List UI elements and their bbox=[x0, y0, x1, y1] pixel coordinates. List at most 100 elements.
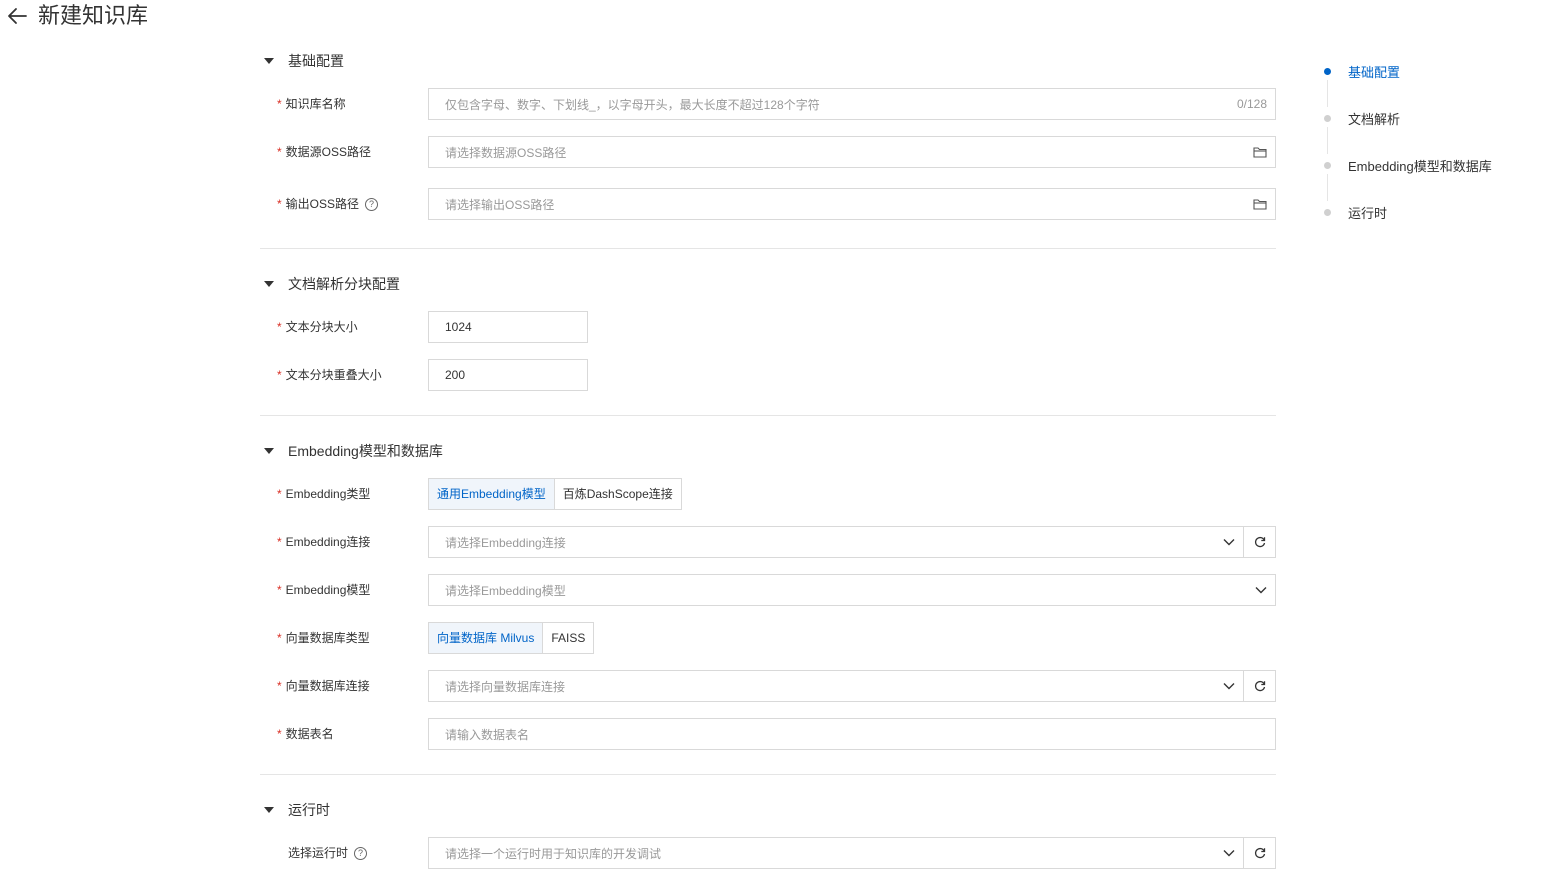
section-embedding-header[interactable]: Embedding模型和数据库 bbox=[260, 441, 443, 461]
required-mark: * bbox=[277, 487, 282, 501]
kb-name-row: * 知识库名称 仅包含字母、数字、下划线_，以字母开头，最大长度不超过128个字… bbox=[260, 88, 1276, 120]
page-title: 新建知识库 bbox=[38, 3, 149, 28]
kb-name-placeholder: 仅包含字母、数字、下划线_，以字母开头，最大长度不超过128个字符 bbox=[445, 97, 820, 112]
vector-db-type-milvus[interactable]: 向量数据库 Milvus bbox=[429, 623, 544, 653]
runtime-refresh-button[interactable] bbox=[1243, 837, 1276, 869]
chunk-overlap-input[interactable]: 200 bbox=[428, 359, 588, 391]
embedding-model-row: * Embedding模型 请选择Embedding模型 bbox=[260, 574, 1276, 606]
caret-down-icon bbox=[264, 448, 274, 454]
chunk-overlap-row: * 文本分块重叠大小 200 bbox=[260, 359, 1276, 391]
kb-name-label: * 知识库名称 bbox=[277, 88, 346, 120]
runtime-placeholder: 请选择一个运行时用于知识库的开发调试 bbox=[445, 846, 662, 861]
embedding-type-label: * Embedding类型 bbox=[277, 478, 370, 510]
section-parse-header[interactable]: 文档解析分块配置 bbox=[260, 274, 400, 294]
section-basic-header[interactable]: 基础配置 bbox=[260, 51, 344, 71]
section-runtime-header[interactable]: 运行时 bbox=[260, 800, 330, 820]
section-title: Embedding模型和数据库 bbox=[288, 443, 443, 459]
chevron-down-icon bbox=[1255, 587, 1267, 594]
caret-down-icon bbox=[264, 281, 274, 287]
back-arrow-icon[interactable] bbox=[6, 6, 28, 26]
chevron-down-icon bbox=[1223, 683, 1235, 690]
refresh-icon bbox=[1254, 680, 1265, 692]
vector-db-conn-label: * 向量数据库连接 bbox=[277, 670, 370, 702]
table-name-placeholder: 请输入数据表名 bbox=[445, 727, 530, 742]
table-name-label: * 数据表名 bbox=[277, 718, 334, 750]
required-mark: * bbox=[277, 197, 282, 211]
vector-db-conn-placeholder: 请选择向量数据库连接 bbox=[445, 679, 566, 694]
anchor-line bbox=[1327, 174, 1328, 201]
required-mark: * bbox=[277, 679, 282, 693]
embedding-conn-label: * Embedding连接 bbox=[277, 526, 370, 558]
caret-down-icon bbox=[264, 807, 274, 813]
output-oss-label: * 输出OSS路径 ? bbox=[277, 188, 379, 220]
section-divider bbox=[260, 774, 1276, 775]
required-mark: * bbox=[277, 320, 282, 334]
section-title: 基础配置 bbox=[288, 53, 344, 69]
required-mark: * bbox=[277, 583, 282, 597]
embedding-model-placeholder: 请选择Embedding模型 bbox=[445, 583, 566, 598]
anchor-line bbox=[1327, 127, 1328, 154]
source-oss-placeholder: 请选择数据源OSS路径 bbox=[445, 145, 567, 160]
required-mark: * bbox=[277, 631, 282, 645]
output-oss-row: * 输出OSS路径 ? 请选择输出OSS路径 bbox=[260, 188, 1276, 220]
section-divider bbox=[260, 415, 1276, 416]
table-name-row: * 数据表名 请输入数据表名 bbox=[260, 718, 1276, 750]
anchor-label: Embedding模型和数据库 bbox=[1348, 158, 1492, 174]
required-mark: * bbox=[277, 727, 282, 741]
vector-db-type-label: * 向量数据库类型 bbox=[277, 622, 370, 654]
embedding-type-row: * Embedding类型 通用Embedding模型 百炼DashScope连… bbox=[260, 478, 1276, 510]
vector-db-conn-select[interactable]: 请选择向量数据库连接 bbox=[428, 670, 1244, 702]
caret-down-icon bbox=[264, 58, 274, 64]
embedding-type-general[interactable]: 通用Embedding模型 bbox=[429, 479, 555, 509]
chunk-size-label: * 文本分块大小 bbox=[277, 311, 358, 343]
refresh-icon bbox=[1254, 847, 1265, 859]
embedding-type-selector: 通用Embedding模型 百炼DashScope连接 bbox=[428, 478, 682, 510]
chevron-down-icon bbox=[1223, 850, 1235, 857]
embedding-conn-placeholder: 请选择Embedding连接 bbox=[445, 535, 566, 550]
embedding-model-label: * Embedding模型 bbox=[277, 574, 370, 606]
runtime-row: 选择运行时 ? 请选择一个运行时用于知识库的开发调试 bbox=[260, 837, 1276, 869]
folder-icon[interactable] bbox=[1253, 146, 1267, 158]
vector-db-type-selector: 向量数据库 Milvus FAISS bbox=[428, 622, 595, 654]
source-oss-label: * 数据源OSS路径 bbox=[277, 136, 371, 168]
help-icon[interactable]: ? bbox=[365, 197, 379, 211]
required-mark: * bbox=[277, 535, 282, 549]
runtime-select[interactable]: 请选择一个运行时用于知识库的开发调试 bbox=[428, 837, 1244, 869]
anchor-label: 文档解析 bbox=[1348, 111, 1401, 127]
embedding-conn-select[interactable]: 请选择Embedding连接 bbox=[428, 526, 1244, 558]
embedding-type-dashscope[interactable]: 百炼DashScope连接 bbox=[554, 479, 681, 509]
chunk-overlap-value: 200 bbox=[445, 368, 466, 382]
source-oss-input[interactable]: 请选择数据源OSS路径 bbox=[428, 136, 1276, 168]
embedding-conn-row: * Embedding连接 请选择Embedding连接 bbox=[260, 526, 1276, 558]
required-mark: * bbox=[277, 97, 282, 111]
source-oss-row: * 数据源OSS路径 请选择数据源OSS路径 bbox=[260, 136, 1276, 168]
chunk-size-row: * 文本分块大小 1024 bbox=[260, 311, 1276, 343]
char-counter: 0/128 bbox=[1236, 97, 1267, 111]
output-oss-input[interactable]: 请选择输出OSS路径 bbox=[428, 188, 1276, 220]
anchor-label: 运行时 bbox=[1348, 205, 1388, 221]
anchor-item-runtime[interactable]: 运行时 bbox=[1320, 202, 1387, 222]
kb-name-input[interactable]: 仅包含字母、数字、下划线_，以字母开头，最大长度不超过128个字符 0/128 bbox=[428, 88, 1276, 120]
embedding-conn-refresh-button[interactable] bbox=[1243, 526, 1276, 558]
anchor-item-embedding[interactable]: Embedding模型和数据库 bbox=[1320, 155, 1492, 175]
section-title: 运行时 bbox=[288, 802, 330, 818]
anchor-label: 基础配置 bbox=[1348, 64, 1401, 80]
anchor-dot bbox=[1324, 67, 1331, 75]
runtime-label: 选择运行时 ? bbox=[288, 837, 368, 869]
anchor-item-basic[interactable]: 基础配置 bbox=[1320, 61, 1400, 81]
embedding-model-select[interactable]: 请选择Embedding模型 bbox=[428, 574, 1276, 606]
folder-icon[interactable] bbox=[1253, 198, 1267, 210]
table-name-input[interactable]: 请输入数据表名 bbox=[428, 718, 1276, 750]
vector-db-conn-refresh-button[interactable] bbox=[1243, 670, 1276, 702]
anchor-item-parse[interactable]: 文档解析 bbox=[1320, 108, 1400, 128]
vector-db-type-row: * 向量数据库类型 向量数据库 Milvus FAISS bbox=[260, 622, 1276, 654]
vector-db-conn-row: * 向量数据库连接 请选择向量数据库连接 bbox=[260, 670, 1276, 702]
section-title: 文档解析分块配置 bbox=[288, 276, 400, 292]
chunk-size-input[interactable]: 1024 bbox=[428, 311, 588, 343]
vector-db-type-faiss[interactable]: FAISS bbox=[543, 623, 594, 653]
anchor-line bbox=[1327, 80, 1328, 107]
chunk-size-value: 1024 bbox=[445, 320, 472, 334]
help-icon[interactable]: ? bbox=[354, 846, 368, 860]
chunk-overlap-label: * 文本分块重叠大小 bbox=[277, 359, 382, 391]
refresh-icon bbox=[1254, 536, 1265, 548]
